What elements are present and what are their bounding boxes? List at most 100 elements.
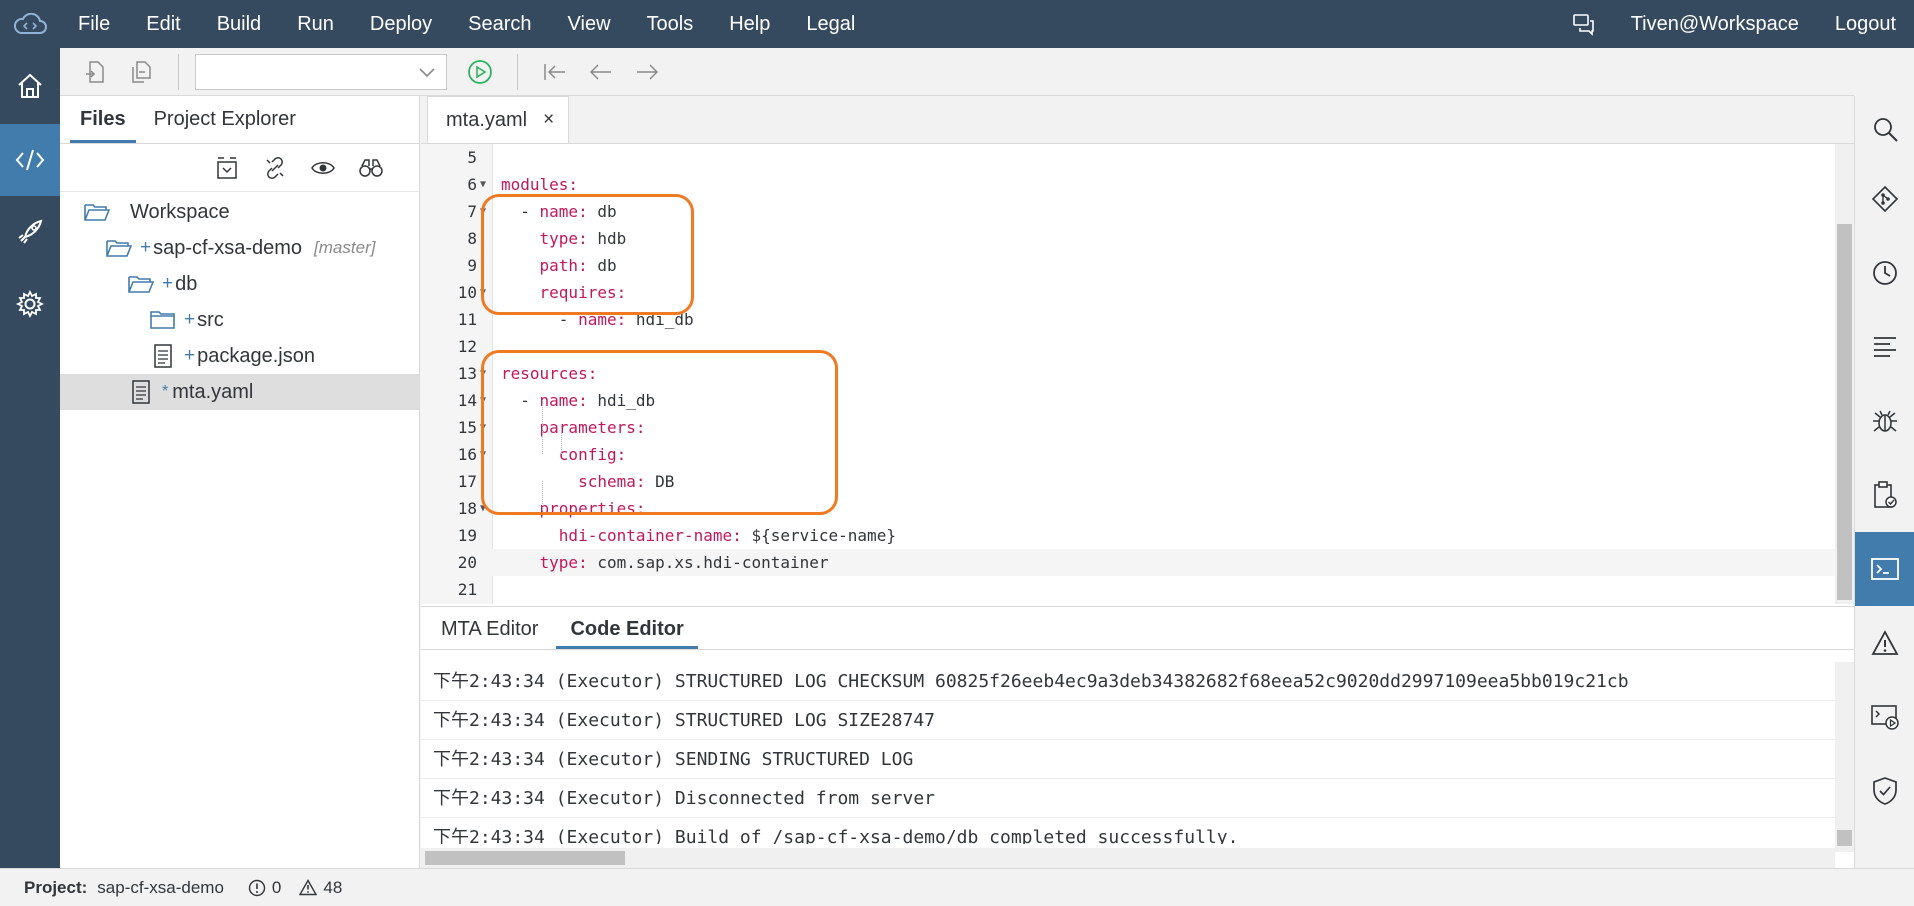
editor-tab-mta-yaml[interactable]: mta.yaml × (427, 96, 570, 143)
line-number: 20 (457, 553, 477, 572)
binoculars-icon[interactable] (347, 157, 395, 179)
code-text: type: com.sap.xs.hdi-container (501, 549, 829, 576)
menu-search[interactable]: Search (450, 0, 549, 48)
tree-item-workspace[interactable]: Workspace (60, 194, 419, 230)
code-text: hdi-container-name: ${service-name} (501, 522, 896, 549)
yaml-value: com.sap.xs.hdi-container (587, 553, 829, 572)
shield-icon[interactable] (1855, 754, 1914, 828)
navigate-forward-icon[interactable] (624, 54, 670, 90)
console-line: 下午2:43:34 (Executor) STRUCTURED LOG SIZE… (421, 701, 1835, 740)
menu-legal[interactable]: Legal (788, 0, 873, 48)
git-added-marker: + (140, 237, 152, 258)
menu-build[interactable]: Build (199, 0, 279, 48)
line-number: 13 (457, 364, 477, 383)
menu-run[interactable]: Run (279, 0, 352, 48)
tab-mta-editor[interactable]: MTA Editor (427, 618, 552, 649)
console-line: 下午2:43:34 (Executor) Disconnected from s… (421, 779, 1835, 818)
console-line: 下午2:43:34 (Executor) Build of /sap-cf-xs… (421, 818, 1835, 844)
tab-files[interactable]: Files (70, 108, 136, 143)
folder-open-icon (102, 238, 136, 258)
line-number: 16 (457, 445, 477, 464)
folder-open-icon (124, 274, 158, 294)
chat-icon[interactable] (1559, 12, 1609, 36)
rocket-icon[interactable] (0, 196, 60, 268)
warning-icon[interactable] (1855, 606, 1914, 680)
tree-item-mta-yaml[interactable]: * mta.yaml (60, 374, 419, 410)
git-icon[interactable] (1855, 162, 1914, 236)
home-icon[interactable] (0, 48, 60, 124)
line-number: 11 (457, 310, 477, 329)
modified-marker: * (162, 383, 169, 400)
menu-help[interactable]: Help (711, 0, 788, 48)
history-icon[interactable] (1855, 236, 1914, 310)
project-name[interactable]: sap-cf-xsa-demo (97, 878, 224, 898)
git-branch-label: [master] (314, 238, 376, 257)
cloud-code-icon[interactable] (0, 0, 60, 48)
file-tree: Workspace + sap-cf-xsa-demo [master] + d… (60, 192, 419, 410)
git-added-marker: + (184, 309, 196, 330)
menu-tools[interactable]: Tools (629, 0, 712, 48)
fold-toggle-icon[interactable]: ▼ (480, 171, 486, 198)
eye-icon[interactable] (299, 158, 347, 178)
search-icon[interactable] (1855, 96, 1914, 162)
new-file-icon[interactable] (72, 54, 118, 90)
highlight-box-resources (481, 350, 838, 515)
menu-view[interactable]: View (550, 0, 629, 48)
editor-vertical-scrollbar[interactable] (1835, 144, 1854, 604)
line-number: 15 (457, 418, 477, 437)
editor-area: mta.yaml × 5 6 ▼ modules: 7 ▼ - name: db 8 typ… (421, 96, 1854, 868)
toolbar-separator (178, 53, 179, 90)
scrollbar-thumb[interactable] (425, 851, 625, 865)
yaml-key: type: (539, 553, 588, 572)
file-icon (146, 344, 180, 368)
menu-file[interactable]: File (60, 0, 128, 48)
line-number: 17 (457, 472, 477, 491)
run-icon[interactable] (457, 54, 503, 90)
tree-item-db[interactable]: + db (60, 266, 419, 302)
collapse-all-icon[interactable] (203, 156, 251, 180)
save-all-icon[interactable] (118, 54, 164, 90)
tree-item-sap-cf-xsa-demo[interactable]: + sap-cf-xsa-demo [master] (60, 230, 419, 266)
clipboard-check-icon[interactable] (1855, 458, 1914, 532)
warning-count-value: 48 (323, 877, 343, 897)
run-console-icon[interactable] (1855, 680, 1914, 754)
line-number: 19 (457, 526, 477, 545)
code-editor[interactable]: 5 6 ▼ modules: 7 ▼ - name: db 8 type: hdb 9 pat… (421, 144, 1835, 604)
folder-icon (146, 310, 180, 330)
error-count[interactable]: 0 (248, 878, 281, 898)
yaml-key: hdi-container-name: (558, 526, 742, 545)
menu-deploy[interactable]: Deploy (352, 0, 450, 48)
tree-item-label: Workspace (130, 200, 230, 223)
unlink-icon[interactable] (251, 156, 299, 180)
file-panel-tabs: Files Project Explorer (60, 96, 419, 144)
git-added-marker: + (162, 273, 174, 294)
tab-code-editor[interactable]: Code Editor (556, 618, 698, 649)
line-number: 5 (467, 148, 477, 167)
outline-icon[interactable] (1855, 310, 1914, 384)
scrollbar-thumb[interactable] (1837, 224, 1852, 600)
navigate-first-icon[interactable] (532, 54, 578, 90)
console-icon[interactable] (1855, 532, 1914, 606)
warning-count[interactable]: 48 (299, 878, 342, 898)
line-number: 21 (457, 580, 477, 599)
editor-mode-tabs: MTA Editor Code Editor (421, 606, 1854, 650)
code-icon[interactable] (0, 124, 60, 196)
user-name[interactable]: Tiven@Workspace (1631, 13, 1799, 36)
scrollbar-thumb[interactable] (1837, 830, 1852, 846)
tab-project-explorer[interactable]: Project Explorer (144, 108, 306, 143)
console-vertical-scrollbar[interactable] (1835, 662, 1854, 852)
menu-edit[interactable]: Edit (128, 0, 198, 48)
debug-icon[interactable] (1855, 384, 1914, 458)
settings-icon[interactable] (0, 268, 60, 340)
console-horizontal-scrollbar[interactable] (421, 848, 1835, 868)
tree-item-package-json[interactable]: + package.json (60, 338, 419, 374)
tree-item-src[interactable]: + src (60, 302, 419, 338)
logout-link[interactable]: Logout (1835, 13, 1896, 36)
navigate-back-icon[interactable] (578, 54, 624, 90)
code-line: 21 (421, 576, 1835, 603)
line-number: 9 (467, 256, 477, 275)
run-configuration-select[interactable] (195, 53, 447, 90)
menu-bar: File Edit Build Run Deploy Search View Tools Hel… (0, 0, 1914, 48)
close-icon[interactable]: × (543, 109, 554, 131)
